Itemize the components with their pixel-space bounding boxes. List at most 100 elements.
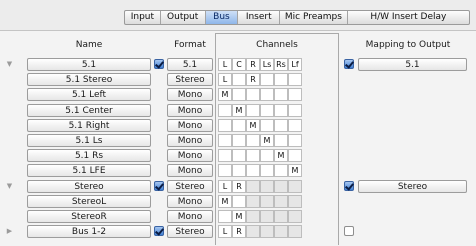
- channel-assign-cell[interactable]: R: [246, 58, 260, 71]
- channel-assign-cell[interactable]: [288, 134, 302, 147]
- channel-assign-cell[interactable]: [218, 149, 232, 162]
- bus-format-selector[interactable]: Mono: [167, 104, 213, 117]
- channel-assign-cell[interactable]: [274, 119, 288, 132]
- channel-assign-cell[interactable]: M: [218, 195, 232, 208]
- channel-assign-cell[interactable]: Ls: [260, 58, 274, 71]
- bus-name-field[interactable]: 5.1 Stereo: [27, 73, 151, 86]
- channel-assign-cell[interactable]: [232, 164, 246, 177]
- channel-assign-cell[interactable]: R: [232, 225, 246, 238]
- bus-name-field[interactable]: 5.1 Center: [27, 104, 151, 117]
- channel-assign-cell[interactable]: M: [218, 88, 232, 101]
- bus-enable-checkbox[interactable]: [154, 59, 164, 69]
- channel-assign-cell[interactable]: R: [232, 180, 246, 193]
- channel-assign-cell[interactable]: [288, 73, 302, 86]
- bus-format-selector[interactable]: 5.1: [167, 58, 213, 71]
- channel-assign-cell[interactable]: [218, 134, 232, 147]
- mapping-output-checkbox[interactable]: [344, 59, 354, 69]
- mapping-output-checkbox[interactable]: [344, 181, 354, 191]
- channel-assign-cell[interactable]: [232, 149, 246, 162]
- bus-format-selector[interactable]: Stereo: [167, 73, 213, 86]
- tab-bus[interactable]: Bus: [205, 11, 239, 24]
- channel-assign-cell[interactable]: M: [274, 149, 288, 162]
- channel-assign-cell[interactable]: L: [218, 58, 232, 71]
- bus-format-selector[interactable]: Mono: [167, 149, 213, 162]
- channel-assign-cell[interactable]: [288, 119, 302, 132]
- channel-assign-cell[interactable]: C: [232, 58, 246, 71]
- bus-format-selector[interactable]: Stereo: [167, 225, 213, 238]
- bus-format-selector[interactable]: Mono: [167, 119, 213, 132]
- channel-assign-cell[interactable]: L: [218, 73, 232, 86]
- channel-assign-cell[interactable]: [232, 134, 246, 147]
- bus-name-field[interactable]: StereoL: [27, 195, 151, 208]
- channel-assign-cell[interactable]: [232, 88, 246, 101]
- channel-assign-cell[interactable]: [246, 149, 260, 162]
- channel-assign-cell[interactable]: [246, 134, 260, 147]
- channel-assign-cell[interactable]: [246, 164, 260, 177]
- channel-assign-cell[interactable]: M: [232, 210, 246, 223]
- bus-format-selector[interactable]: Stereo: [167, 180, 213, 193]
- channel-assign-cell[interactable]: Rs: [274, 58, 288, 71]
- bus-name-field[interactable]: 5.1 LFE: [27, 164, 151, 177]
- bus-name-field[interactable]: 5.1 Right: [27, 119, 151, 132]
- disclosure-open-icon[interactable]: ▼: [6, 60, 13, 69]
- channel-assign-cell[interactable]: Lf: [288, 58, 302, 71]
- channels-column-header: Channels: [256, 40, 298, 50]
- bus-name-field[interactable]: 5.1: [27, 58, 151, 71]
- channel-assign-cell[interactable]: M: [246, 119, 260, 132]
- channel-assign-cell[interactable]: [232, 119, 246, 132]
- bus-name-field[interactable]: Bus 1-2: [27, 225, 151, 238]
- channel-assign-cell[interactable]: [218, 164, 232, 177]
- bus-name-field[interactable]: StereoR: [27, 210, 151, 223]
- channel-assign-cell[interactable]: [260, 88, 274, 101]
- bus-format-selector[interactable]: Mono: [167, 134, 213, 147]
- disclosure-closed-icon[interactable]: ▶: [6, 227, 13, 236]
- channel-assign-cell[interactable]: [232, 73, 246, 86]
- bus-name-field[interactable]: 5.1 Ls: [27, 134, 151, 147]
- channel-assign-cell[interactable]: [260, 119, 274, 132]
- channel-assign-cell[interactable]: [260, 149, 274, 162]
- bus-format-selector[interactable]: Mono: [167, 195, 213, 208]
- mapping-output-selector[interactable]: 5.1: [358, 58, 467, 71]
- channel-assign-cell[interactable]: [288, 104, 302, 117]
- mapping-output-checkbox[interactable]: [344, 226, 354, 236]
- tab-input[interactable]: Input: [125, 11, 161, 24]
- channel-assign-cell[interactable]: [274, 88, 288, 101]
- bus-format-selector[interactable]: Mono: [167, 88, 213, 101]
- tab-insert[interactable]: Insert: [238, 11, 281, 24]
- channel-assign-cell[interactable]: [260, 73, 274, 86]
- channel-assign-cell[interactable]: M: [232, 104, 246, 117]
- tab-mic-preamps[interactable]: Mic Preamps: [280, 11, 348, 24]
- channel-assign-cell[interactable]: [274, 104, 288, 117]
- channel-assign-cell[interactable]: M: [260, 134, 274, 147]
- channel-assign-cell[interactable]: [274, 164, 288, 177]
- channel-assign-cell[interactable]: [246, 88, 260, 101]
- channel-assign-cell[interactable]: L: [218, 225, 232, 238]
- channel-assign-cell[interactable]: [274, 73, 288, 86]
- mapping-output-selector[interactable]: Stereo: [358, 180, 467, 193]
- channel-assign-cell[interactable]: [232, 195, 246, 208]
- channel-assign-cell[interactable]: [288, 88, 302, 101]
- channel-assign-cell[interactable]: [260, 104, 274, 117]
- channel-assign-cell[interactable]: L: [218, 180, 232, 193]
- channel-assign-cell[interactable]: [246, 104, 260, 117]
- channel-empty-cell: [246, 210, 260, 223]
- bus-enable-checkbox[interactable]: [154, 226, 164, 236]
- channel-assign-cell[interactable]: [218, 119, 232, 132]
- channel-assign-cell[interactable]: [218, 104, 232, 117]
- channel-assign-cell[interactable]: R: [246, 73, 260, 86]
- bus-enable-checkbox[interactable]: [154, 181, 164, 191]
- tab-h-w-insert-delay[interactable]: H/W Insert Delay: [348, 11, 469, 24]
- bus-name-field[interactable]: 5.1 Rs: [27, 149, 151, 162]
- channel-assign-cell[interactable]: [274, 134, 288, 147]
- disclosure-open-icon[interactable]: ▼: [6, 182, 13, 191]
- channel-empty-cell: [288, 195, 302, 208]
- channel-assign-cell[interactable]: [218, 210, 232, 223]
- bus-name-field[interactable]: Stereo: [27, 180, 151, 193]
- bus-format-selector[interactable]: Mono: [167, 210, 213, 223]
- channel-assign-cell[interactable]: [260, 164, 274, 177]
- bus-name-field[interactable]: 5.1 Left: [27, 88, 151, 101]
- channel-assign-cell[interactable]: [288, 149, 302, 162]
- bus-format-selector[interactable]: Mono: [167, 164, 213, 177]
- channel-assign-cell[interactable]: M: [288, 164, 302, 177]
- tab-output[interactable]: Output: [161, 11, 206, 24]
